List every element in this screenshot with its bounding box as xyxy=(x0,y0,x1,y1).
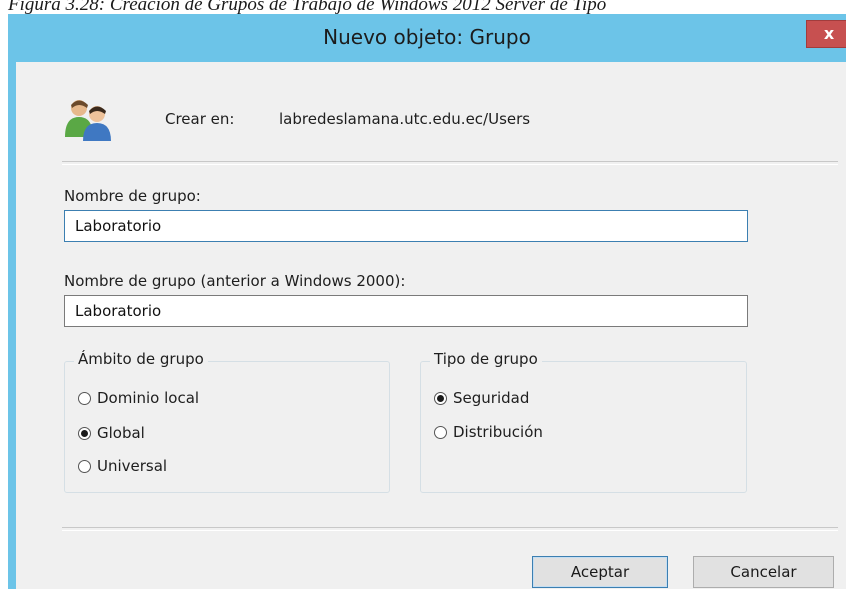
group-scope-legend: Ámbito de grupo xyxy=(74,350,208,368)
radio-label: Distribución xyxy=(453,423,543,441)
type-option-security[interactable]: Seguridad xyxy=(434,389,529,407)
radio-button[interactable] xyxy=(78,391,91,405)
window-title: Nuevo objeto: Grupo xyxy=(323,25,531,49)
new-group-dialog: Nuevo objeto: Grupo x Crear en: labredes… xyxy=(8,14,846,589)
type-option-distribution[interactable]: Distribución xyxy=(434,423,543,441)
dialog-body: Crear en: labredeslamana.utc.edu.ec/User… xyxy=(16,62,846,589)
radio-label: Global xyxy=(97,424,145,442)
figure-caption: Figura 3.28: Creación de Grupos de Traba… xyxy=(8,0,607,15)
group-type-legend: Tipo de grupo xyxy=(430,350,542,368)
ok-button[interactable]: Aceptar xyxy=(532,556,668,588)
separator xyxy=(62,527,838,531)
group-type-box: Tipo de grupo Seguridad Distribución xyxy=(420,350,747,493)
scope-option-domain-local[interactable]: Dominio local xyxy=(78,389,199,407)
radio-button-selected[interactable] xyxy=(78,426,91,440)
group-name-label: Nombre de grupo: xyxy=(64,187,201,205)
radio-label: Dominio local xyxy=(97,389,200,407)
container-path: labredeslamana.utc.edu.ec/Users xyxy=(279,110,531,128)
radio-button[interactable] xyxy=(78,459,91,473)
scope-option-universal[interactable]: Universal xyxy=(78,457,167,475)
group-scope-box: Ámbito de grupo Dominio local Global Uni… xyxy=(64,350,390,493)
users-group-icon xyxy=(65,100,111,141)
group-name-input[interactable] xyxy=(64,210,748,242)
scope-option-global[interactable]: Global xyxy=(78,424,145,442)
radio-button-selected[interactable] xyxy=(434,391,447,405)
group-name-pre2000-label: Nombre de grupo (anterior a Windows 2000… xyxy=(64,272,406,290)
radio-label: Seguridad xyxy=(453,389,530,407)
radio-button[interactable] xyxy=(434,425,447,439)
create-in-label: Crear en: xyxy=(165,110,235,128)
separator xyxy=(62,161,838,165)
radio-label: Universal xyxy=(97,457,168,475)
group-name-pre2000-input[interactable] xyxy=(64,295,748,327)
cancel-button[interactable]: Cancelar xyxy=(693,556,834,588)
title-bar[interactable]: Nuevo objeto: Grupo x xyxy=(8,14,846,62)
close-button[interactable]: x xyxy=(806,20,846,48)
